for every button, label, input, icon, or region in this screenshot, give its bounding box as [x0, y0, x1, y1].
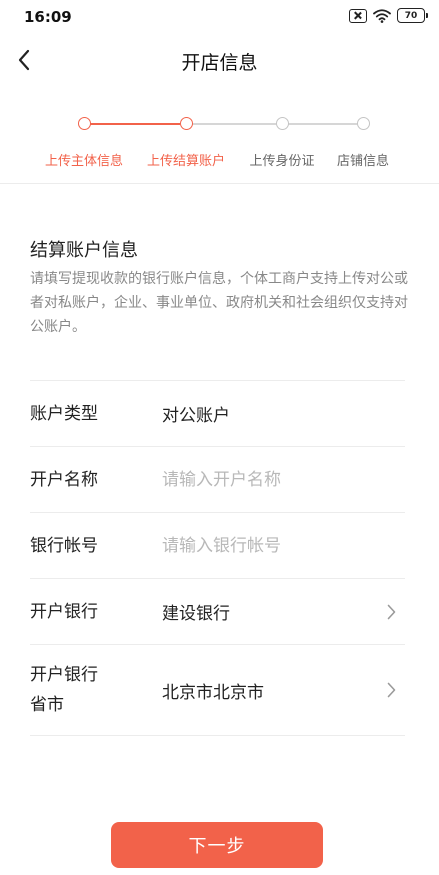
- step-label-4: 店铺信息: [336, 154, 390, 169]
- step-dot-2: [180, 117, 193, 130]
- bank-label: 开户银行: [30, 601, 98, 622]
- step-dot-1: [78, 117, 91, 130]
- step-label-1: 上传主体信息: [44, 154, 124, 169]
- step-connector: [288, 123, 357, 125]
- bank-region-label-line2: 省市: [30, 695, 64, 715]
- progress-stepper: 上传主体信息 上传结算账户 上传身份证 店铺信息: [0, 110, 439, 180]
- page-title: 开店信息: [181, 52, 258, 74]
- account-name-input[interactable]: [162, 469, 405, 490]
- section-description: 请填写提现收款的银行账户信息，个体工商户支持上传对公或者对私账户，企业、事业单位…: [30, 271, 408, 335]
- bank-region-label-line1: 开户银行: [30, 665, 98, 685]
- bank-region-value: 北京市北京市: [162, 682, 264, 703]
- bank-value: 建设银行: [162, 604, 230, 624]
- status-bar: 16:09 70: [0, 0, 439, 34]
- step-connector: [90, 123, 180, 125]
- next-step-button[interactable]: 下一步: [111, 822, 323, 868]
- step-label-2: 上传结算账户: [146, 154, 226, 169]
- account-type-label: 账户类型: [30, 403, 98, 424]
- status-icons: 70: [349, 8, 428, 23]
- account-name-label: 开户名称: [30, 469, 98, 490]
- battery-icon: 70: [397, 8, 428, 23]
- account-type-value: 对公账户: [162, 406, 230, 426]
- step-dot-4: [357, 117, 370, 130]
- bank-region-label: 开户银行 省市: [30, 660, 162, 720]
- divider: [0, 183, 439, 184]
- step-connector: [192, 123, 276, 125]
- chevron-right-icon: [381, 602, 401, 622]
- status-time: 16:09: [24, 8, 72, 26]
- step-label-3: 上传身份证: [249, 154, 315, 169]
- chevron-right-icon: [381, 680, 401, 700]
- account-number-input[interactable]: [162, 535, 405, 556]
- settlement-form: 账户类型 对公账户 开户名称 银行帐号 开户银行 建设银行 开户银行 省市 北京…: [30, 380, 405, 736]
- account-number-label: 银行帐号: [30, 535, 98, 556]
- account-name-row: 开户名称: [30, 446, 405, 512]
- bank-row[interactable]: 开户银行 建设银行: [30, 578, 405, 644]
- step-dot-3: [276, 117, 289, 130]
- bank-region-row[interactable]: 开户银行 省市 北京市北京市: [30, 644, 405, 736]
- no-sim-icon: [349, 8, 367, 23]
- account-type-row[interactable]: 账户类型 对公账户: [30, 380, 405, 446]
- section-title: 结算账户信息: [30, 240, 138, 261]
- account-number-row: 银行帐号: [30, 512, 405, 578]
- nav-bar: 开店信息: [0, 34, 439, 88]
- wifi-icon: [373, 8, 391, 23]
